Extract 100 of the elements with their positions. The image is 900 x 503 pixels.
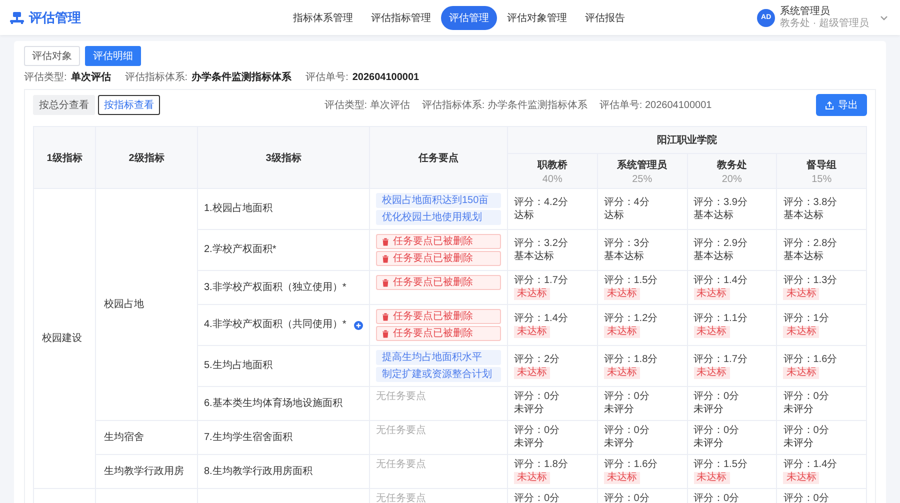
view-mode-tab[interactable]: 按指标查看 — [98, 95, 160, 115]
table-cell: 校园建设 — [42, 332, 82, 344]
score-text: 评分：1.2分 — [604, 312, 659, 324]
score-text: 评分：1.1分 — [694, 312, 748, 324]
status-tag: 未达标 — [514, 366, 550, 378]
status-tag: 未达标 — [783, 472, 820, 484]
empty-text: 无任务要点 — [376, 493, 426, 503]
status-text: 未评分 — [514, 438, 544, 449]
column-header: 督导组 — [806, 158, 838, 172]
nav-tab[interactable]: 评估管理 — [441, 6, 497, 30]
score-text: 评分：1.6分 — [604, 459, 659, 471]
status-tag: 未达标 — [783, 288, 820, 300]
status-text: 未评分 — [694, 438, 724, 449]
nav-tab[interactable]: 评估指标管理 — [363, 6, 439, 30]
score-text: 评分：2.9分 — [694, 238, 748, 250]
trash-icon — [382, 238, 389, 246]
status-text: 达标 — [514, 210, 534, 220]
task-chip: 优化校园土地使用规划 — [376, 210, 501, 225]
status-tag: 未达标 — [604, 366, 640, 378]
table-cell: 3.非学校产权面积（独立使用）* — [204, 282, 346, 294]
view-tab[interactable]: 评估明细 — [85, 46, 141, 66]
weight-text: 20% — [720, 174, 743, 184]
status-text: 未评分 — [514, 404, 544, 415]
score-text: 评分：1.5分 — [694, 459, 748, 471]
score-text: 评分：3.8分 — [783, 196, 838, 208]
table-cell: 4.非学校产权面积（共同使用）* — [204, 319, 346, 331]
status-text: 基本达标 — [783, 210, 824, 220]
table-cell: 校园占地 — [104, 298, 144, 310]
trash-icon — [382, 312, 389, 320]
status-tag: 未达标 — [514, 472, 550, 484]
score-text: 评分：0分 — [694, 425, 740, 437]
status-tag: 未达标 — [514, 326, 550, 338]
score-text: 评分：1.7分 — [514, 275, 569, 287]
logo-icon — [10, 12, 24, 24]
weight-text: 25% — [631, 174, 654, 184]
summary-text: 评估单号: 202604100001 — [599, 98, 712, 112]
score-text: 评分：0分 — [604, 391, 650, 403]
score-text: 评分：0分 — [604, 425, 650, 437]
score-text: 评分：0分 — [783, 391, 830, 403]
status-text: 未评分 — [783, 438, 814, 449]
info-value: 202604100001 — [352, 71, 420, 84]
view-tab[interactable]: 评估对象 — [24, 46, 80, 66]
score-text: 评分：0分 — [694, 391, 740, 403]
view-mode-tab[interactable]: 按总分查看 — [33, 95, 95, 115]
info-label: 评估单号: — [306, 71, 348, 84]
status-text: 基本达标 — [783, 250, 824, 262]
status-text: 未评分 — [694, 404, 724, 415]
status-text: 未评分 — [783, 404, 814, 415]
status-tag: 未达标 — [604, 288, 640, 300]
user-name: 系统管理员 — [780, 6, 832, 18]
nav-tab[interactable]: 评估报告 — [577, 6, 633, 30]
trash-icon — [382, 254, 389, 262]
score-text: 评分：0分 — [514, 391, 561, 403]
status-tag: 未达标 — [783, 366, 820, 378]
trash-icon — [382, 330, 389, 338]
score-text: 评分：1.8分 — [604, 354, 659, 366]
column-header: 教务处 — [716, 158, 748, 172]
info-value: 单次评估 — [70, 71, 111, 84]
score-text: 评分：1.6分 — [783, 354, 838, 366]
weight-text: 40% — [541, 174, 564, 184]
score-text: 评分：2分 — [514, 354, 561, 366]
status-tag: 未达标 — [783, 326, 820, 338]
score-text: 评分：1.5分 — [604, 275, 659, 287]
user-role: 教务处 · 超级管理员 — [780, 18, 869, 30]
task-chip: 制定扩建或资源整合计划 — [376, 367, 501, 382]
score-text: 评分：1.7分 — [694, 354, 748, 366]
score-text: 评分：0分 — [604, 493, 650, 503]
app-title: 评估管理 — [29, 8, 81, 26]
table-cell: 1.校园占地面积 — [204, 203, 272, 215]
score-text: 评分：1.4分 — [783, 459, 838, 471]
status-text: 未评分 — [604, 404, 634, 415]
task-chip: 任务要点已被删除 — [376, 326, 501, 341]
task-chip: 提高生均占地面积水平 — [376, 350, 501, 365]
status-tag: 未达标 — [514, 288, 550, 300]
task-chip: 任务要点已被删除 — [376, 251, 501, 266]
nav-tab[interactable]: 指标体系管理 — [285, 6, 361, 30]
summary-text: 评估指标体系: 办学条件监测指标体系 — [422, 98, 588, 112]
score-text: 评分：3.2分 — [514, 238, 569, 250]
trash-icon — [382, 278, 389, 286]
score-text: 评分：0分 — [783, 425, 830, 437]
status-text: 基本达标 — [694, 250, 734, 262]
score-text: 评分：0分 — [514, 425, 561, 437]
column-header: 1级指标 — [34, 126, 96, 188]
nav-tab[interactable]: 评估对象管理 — [499, 6, 575, 30]
column-header: 系统管理员 — [616, 158, 668, 172]
table-cell: 生均宿舍 — [104, 432, 144, 442]
status-text: 未评分 — [604, 438, 634, 449]
score-text: 评分：1分 — [783, 312, 830, 324]
status-text: 基本达标 — [694, 210, 734, 220]
score-text: 评分：1.4分 — [514, 312, 569, 324]
task-chip: 任务要点已被删除 — [376, 275, 501, 290]
column-header: 职教桥 — [536, 158, 568, 172]
empty-text: 无任务要点 — [376, 425, 426, 436]
table-cell: 2.学校产权面积* — [204, 244, 276, 256]
score-text: 评分：1.8分 — [514, 459, 569, 471]
task-chip: 任务要点已被删除 — [376, 309, 501, 324]
score-text: 评分：3分 — [604, 238, 650, 250]
table-cell: 6.基本类生均体育场地设施面积 — [204, 398, 342, 410]
status-text: 基本达标 — [604, 250, 644, 262]
export-button[interactable]: 导出 — [816, 94, 867, 116]
